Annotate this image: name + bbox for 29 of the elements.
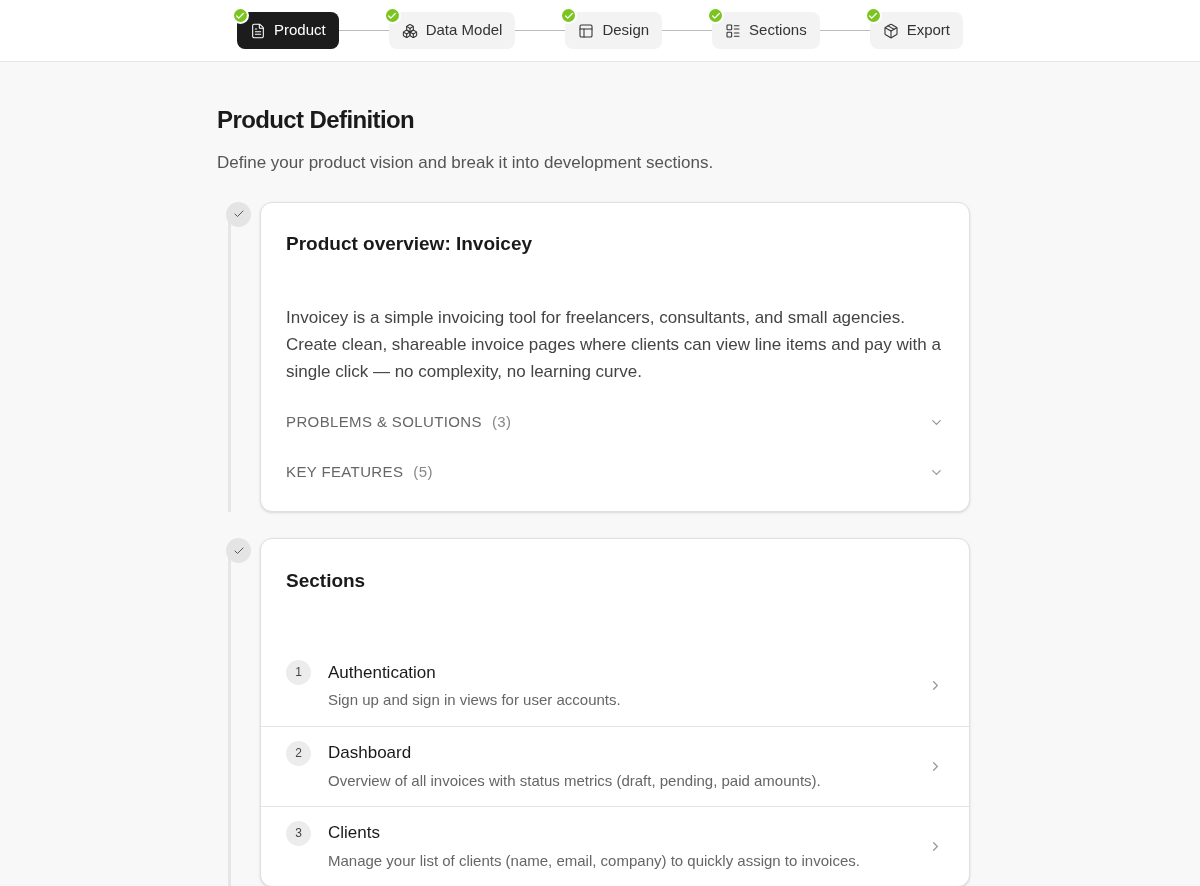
section-description: Manage your list of clients (name, email, company) to quickly assign to invoices.: [328, 850, 861, 871]
section-number: 3: [286, 820, 311, 846]
section-name: Clients: [328, 822, 381, 844]
list-icon: [725, 22, 742, 39]
card-title: Product overview: Invoicey: [286, 231, 534, 256]
collapsible-header[interactable]: KEY FEATURES (5): [286, 447, 944, 497]
collapsible-header[interactable]: PROBLEMS & SOLUTIONS (3): [286, 397, 944, 447]
step-tab[interactable]: Product: [237, 12, 339, 49]
section-number: 1: [286, 659, 311, 685]
document-icon: [250, 22, 266, 39]
step-tab[interactable]: Design: [565, 12, 663, 49]
section-description: Sign up and sign in views for user accounts.: [328, 690, 622, 710]
section-row[interactable]: 2 Dashboard Overview of all invoices with status metrics (draft, pending, paid amounts).: [261, 725, 969, 806]
boxes-icon: [401, 22, 418, 39]
section-number: 2: [286, 740, 311, 766]
layout-icon: [578, 22, 595, 39]
product-description: Invoicey is a simple invoicing tool for freelancers, consultants, and small agencies. Create clean, shareable invoice pages where clients can view line items and pay with a single click — no complexity, no learning curve.: [286, 307, 942, 383]
card-title: Sections: [285, 569, 367, 593]
page-title: Product Definition: [217, 105, 416, 135]
package-icon: [882, 22, 899, 39]
section-row[interactable]: 1 Authentication Sign up and sign in views for user accounts.: [261, 645, 969, 726]
page-subtitle: Define your product vision and break it into development sections.: [217, 152, 715, 174]
step-tab[interactable]: Sections: [712, 12, 820, 49]
section-description: Overview of all invoices with status metrics (draft, pending, paid amounts).: [328, 770, 822, 791]
section-name: Authentication: [328, 661, 437, 684]
step-tab[interactable]: Export: [869, 12, 963, 49]
section-name: Dashboard: [328, 742, 413, 764]
step-tab[interactable]: Data Model: [388, 12, 516, 49]
section-row[interactable]: 3 Clients Manage your list of clients (name, email, company) to quickly assign to invoices.: [261, 805, 969, 886]
